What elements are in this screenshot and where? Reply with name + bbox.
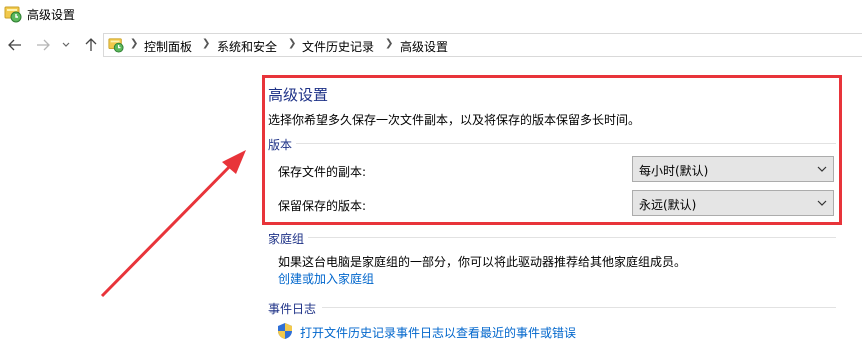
arrow-up-icon (85, 38, 97, 51)
title-bar: 高级设置 (0, 0, 862, 30)
arrow-left-icon (8, 39, 21, 51)
save-copies-value: 每小时(默认) (639, 164, 709, 178)
forward-button[interactable] (34, 36, 52, 54)
file-history-icon (108, 38, 124, 53)
keep-versions-value: 永远(默认) (639, 198, 697, 212)
window-title: 高级设置 (27, 8, 76, 22)
chevron-right-icon[interactable]: ❯ (288, 38, 296, 49)
versions-header: 版本 (268, 138, 293, 152)
breadcrumb-system-security[interactable]: 系统和安全 (217, 38, 277, 55)
event-log-divider (322, 307, 836, 308)
event-log-header: 事件日志 (268, 302, 317, 316)
up-button[interactable] (82, 36, 100, 54)
chevron-down-icon (62, 42, 70, 47)
shield-icon (278, 323, 292, 339)
back-button[interactable] (6, 36, 24, 54)
create-join-homegroup-link[interactable]: 创建或加入家庭组 (278, 270, 374, 287)
versions-divider (296, 143, 836, 144)
homegroup-text: 如果这台电脑是家庭组的一部分，你可以将此驱动器推荐给其他家庭组成员。 (278, 255, 687, 269)
homegroup-header: 家庭组 (268, 232, 305, 246)
file-history-icon (4, 6, 22, 23)
homegroup-divider (308, 237, 836, 238)
chevron-right-icon[interactable]: ❯ (202, 38, 210, 49)
chevron-down-icon (817, 200, 827, 206)
breadcrumb-control-panel[interactable]: 控制面板 (144, 38, 192, 55)
arrow-right-icon (37, 39, 50, 51)
address-bar[interactable]: ❯ 控制面板 ❯ 系统和安全 ❯ 文件历史记录 ❯ 高级设置 (103, 33, 862, 57)
save-copies-select[interactable]: 每小时(默认) (632, 156, 834, 182)
chevron-right-icon[interactable]: ❯ (385, 38, 393, 49)
chevron-right-icon[interactable]: ❯ (130, 38, 138, 49)
page-description: 选择你希望多久保存一次文件副本，以及将保存的版本保留多长时间。 (268, 113, 641, 127)
keep-versions-label: 保留保存的版本: (278, 199, 367, 213)
navigation-bar: ❯ 控制面板 ❯ 系统和安全 ❯ 文件历史记录 ❯ 高级设置 (0, 30, 862, 60)
breadcrumb-file-history[interactable]: 文件历史记录 (302, 38, 374, 55)
open-event-log-link[interactable]: 打开文件历史记录事件日志以查看最近的事件或错误 (300, 324, 576, 341)
save-copies-label: 保存文件的副本: (278, 165, 367, 179)
page-title: 高级设置 (268, 86, 329, 104)
keep-versions-select[interactable]: 永远(默认) (632, 190, 834, 216)
chevron-down-icon (817, 166, 827, 172)
breadcrumb-advanced-settings[interactable]: 高级设置 (400, 38, 448, 55)
recent-locations-button[interactable] (60, 36, 72, 54)
